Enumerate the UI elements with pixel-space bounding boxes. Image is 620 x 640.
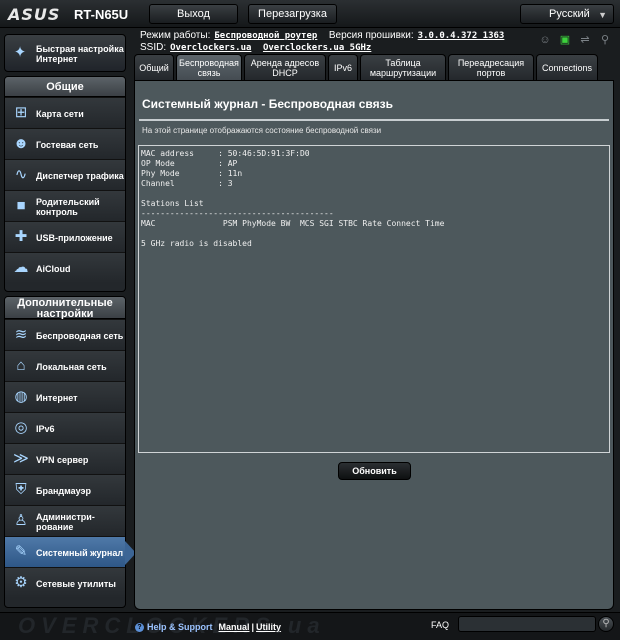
users-icon[interactable]: ☺ — [538, 34, 552, 46]
sidebar-item-label: Беспроводная сеть — [36, 330, 124, 341]
tab-wireless[interactable]: Беспроводная связь — [176, 54, 242, 80]
sidebar-item-parental-control[interactable]: ■ Родительский контроль — [5, 190, 125, 221]
general-menu-title: Общие — [5, 77, 125, 97]
quick-internet-setup[interactable]: ✦ Быстрая настройка Интернет — [4, 34, 126, 72]
ssid-5ghz-link[interactable]: Overclockers.ua_5GHz — [263, 43, 371, 53]
reboot-button[interactable]: Перезагрузка — [248, 4, 337, 24]
tab-bar: Общий Беспроводная связь Аренда адресов … — [134, 54, 614, 80]
content-panel: Системный журнал - Беспроводная связь На… — [134, 80, 614, 610]
sidebar-item-administration[interactable]: ♙ Администри-рование — [5, 505, 125, 536]
firmware-version-link[interactable]: 3.0.0.4.372_1363 — [418, 31, 505, 41]
sidebar-item-firewall[interactable]: ⛨ Брандмауэр — [5, 474, 125, 505]
sidebar-item-traffic-manager[interactable]: ∿ Диспетчер трафика — [5, 159, 125, 190]
sidebar-item-label: Системный журнал — [36, 547, 124, 558]
sidebar: ✦ Быстрая настройка Интернет Общие ⊞ Кар… — [0, 30, 136, 610]
title-divider — [139, 119, 609, 121]
help-support-label: Help & Support — [147, 622, 213, 632]
sidebar-item-label: USB-приложение — [36, 232, 113, 243]
sidebar-item-wireless[interactable]: ≋ Беспроводная сеть — [5, 319, 125, 350]
admin-icon: ♙ — [14, 512, 28, 529]
sidebar-item-label: Карта сети — [36, 108, 84, 119]
advanced-menu-title: Дополнительные настройки — [5, 297, 125, 320]
system-log-icon: ✎ — [14, 543, 28, 560]
sidebar-item-lan[interactable]: ⌂ Локальная сеть — [5, 350, 125, 381]
sidebar-item-label: Родительский контроль — [36, 196, 100, 217]
quick-setup-label: Быстрая настройка Интернет — [36, 44, 124, 64]
aicloud-icon: ☁ — [13, 259, 29, 276]
usb-status-icon[interactable]: ⇌ — [578, 34, 592, 46]
footer: OVERCLOCKERS.ua ? Help & Support Manual … — [0, 612, 620, 640]
refresh-button[interactable]: Обновить — [338, 462, 411, 480]
help-icon: ? — [135, 622, 144, 632]
ssid-label: SSID: — [140, 42, 167, 53]
language-select[interactable]: Русский ▼ — [520, 4, 614, 24]
firmware-label: Версия прошивки: — [328, 30, 414, 41]
sidebar-item-label: Диспетчер трафика — [36, 170, 124, 181]
sidebar-item-aicloud[interactable]: ☁ AiCloud — [5, 252, 125, 283]
search-icon[interactable]: ⚲ — [598, 616, 614, 632]
tab-dhcp-leases[interactable]: Аренда адресов DHCP — [244, 54, 326, 80]
sidebar-item-vpn[interactable]: ≫ VPN сервер — [5, 443, 125, 474]
wireless-icon: ≋ — [14, 326, 28, 343]
lan-icon: ⌂ — [16, 357, 26, 374]
ssid-2ghz-link[interactable]: Overclockers.ua — [170, 43, 251, 53]
wireless-log-textarea[interactable]: MAC address : 50:46:5D:91:3F:D0 OP Mode … — [138, 145, 610, 453]
faq-label: FAQ — [431, 620, 450, 630]
sidebar-item-usb-app[interactable]: ✚ USB-приложение — [5, 221, 125, 252]
sidebar-item-label: Администри-рование — [36, 511, 95, 532]
sidebar-item-label: Локальная сеть — [36, 361, 107, 372]
operation-mode-link[interactable]: Беспроводной роутер — [214, 31, 317, 41]
top-bar: ASUS RT-N65U Выход Перезагрузка Русский … — [0, 0, 620, 28]
parental-control-icon: ■ — [16, 197, 26, 214]
tab-general[interactable]: Общий — [134, 54, 174, 80]
page-title: Системный журнал - Беспроводная связь — [142, 97, 393, 111]
usb-device-icon[interactable]: ⚲ — [598, 34, 612, 46]
ipv6-icon: ◎ — [14, 419, 28, 436]
sidebar-item-label: AiCloud — [36, 263, 71, 274]
sidebar-item-label: Интернет — [36, 392, 78, 403]
sidebar-item-network-tools[interactable]: ⚙ Сетевые утилиты — [5, 567, 125, 598]
sidebar-item-ipv6[interactable]: ◎ IPv6 — [5, 412, 125, 443]
firewall-icon: ⛨ — [15, 481, 27, 498]
sidebar-item-label: IPv6 — [36, 423, 55, 434]
manual-link[interactable]: Manual — [219, 622, 250, 632]
wand-icon: ✦ — [13, 44, 27, 61]
traffic-manager-icon: ∿ — [14, 166, 28, 183]
router-model: RT-N65U — [74, 7, 129, 22]
sidebar-item-label: VPN сервер — [36, 454, 89, 465]
sidebar-item-label: Гостевая сеть — [36, 139, 99, 150]
sidebar-item-network-map[interactable]: ⊞ Карта сети — [5, 97, 125, 128]
sidebar-item-system-log[interactable]: ✎ Системный журнал — [5, 536, 136, 567]
system-status-icons: ☺ ▣ ⇌ ⚲ — [538, 34, 618, 48]
help-support: ? Help & Support Manual | Utility — [135, 622, 281, 632]
sidebar-item-label: Сетевые утилиты — [36, 578, 116, 589]
sidebar-item-guest-network[interactable]: ☻ Гостевая сеть — [5, 128, 125, 159]
network-map-icon: ⊞ — [14, 104, 28, 121]
tab-ipv6[interactable]: IPv6 — [328, 54, 358, 80]
sidebar-item-wan[interactable]: ◍ Интернет — [5, 381, 125, 412]
language-value: Русский — [549, 8, 590, 20]
vpn-icon: ≫ — [13, 450, 29, 467]
tab-connections[interactable]: Connections — [536, 54, 598, 80]
advanced-menu: Дополнительные настройки ≋ Беспроводная … — [4, 296, 136, 608]
footer-separator: | — [251, 622, 255, 632]
network-tools-icon: ⚙ — [14, 574, 28, 591]
page-description: На этой странице отображаются состояние … — [142, 126, 382, 135]
asus-logo: ASUS — [8, 5, 61, 24]
status-bar: Режим работы: Беспроводной роутер Версия … — [140, 30, 540, 54]
utility-link[interactable]: Utility — [256, 622, 281, 632]
faq-search-input[interactable] — [458, 616, 596, 632]
sidebar-item-label: Брандмауэр — [36, 485, 92, 496]
tab-routing-table[interactable]: Таблица маршрутизации — [360, 54, 446, 80]
chevron-down-icon: ▼ — [598, 10, 607, 20]
internet-status-icon[interactable]: ▣ — [558, 34, 572, 46]
operation-mode-label: Режим работы: — [140, 30, 211, 41]
tab-port-forwarding[interactable]: Переадресация портов — [448, 54, 534, 80]
wan-globe-icon: ◍ — [14, 388, 28, 405]
general-menu: Общие ⊞ Карта сети ☻ Гостевая сеть ∿ Дис… — [4, 76, 126, 292]
usb-app-icon: ✚ — [14, 228, 28, 245]
logout-button[interactable]: Выход — [149, 4, 238, 24]
guest-network-icon: ☻ — [13, 135, 29, 152]
